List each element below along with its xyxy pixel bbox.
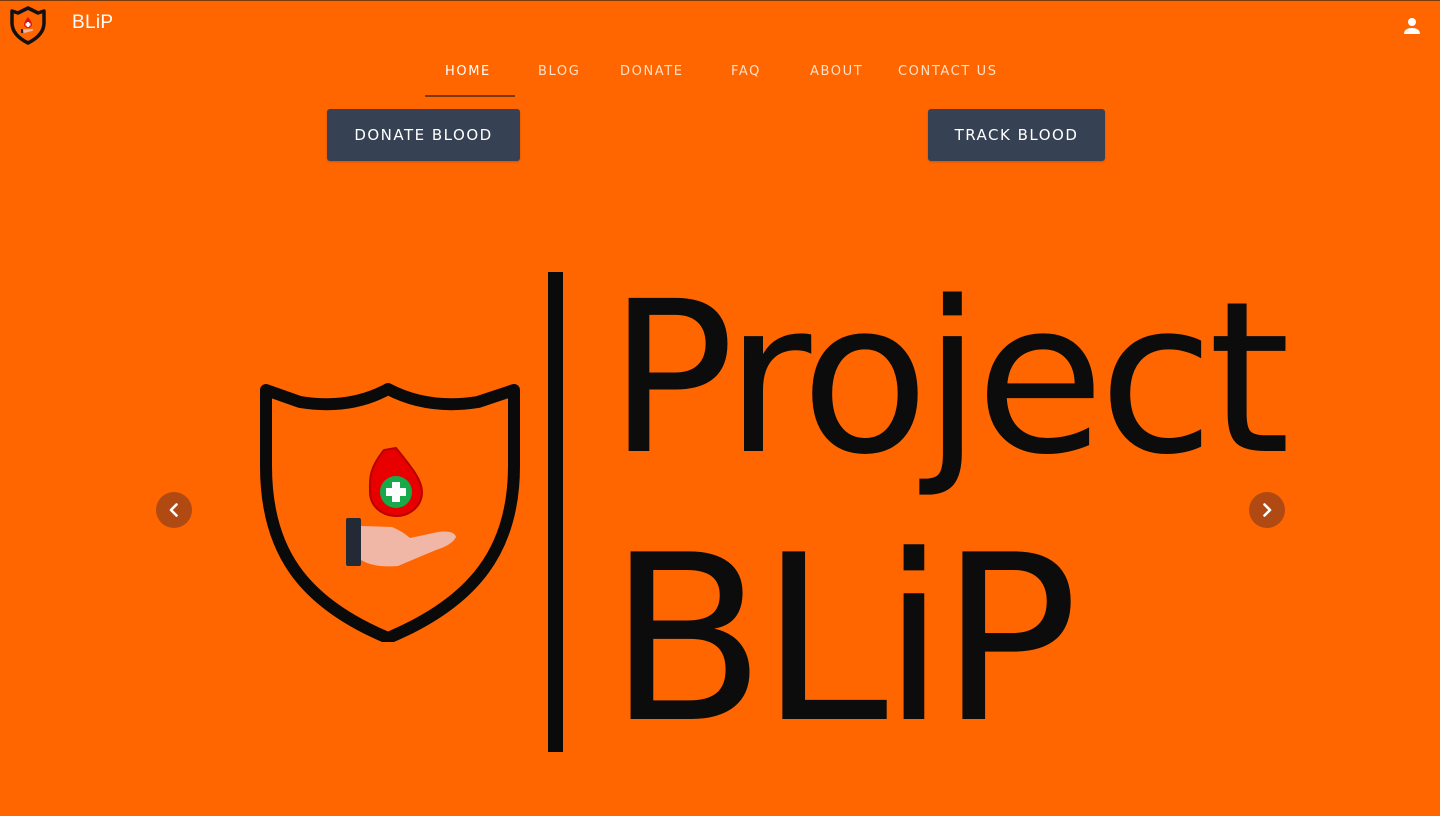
carousel-slide: Project BLiP: [250, 262, 1290, 774]
user-icon[interactable]: [1400, 14, 1424, 38]
main-nav: HOME BLOG DONATE FAQ ABOUT CONTACT US: [0, 54, 1440, 98]
hero-title-line2: BLiP: [608, 507, 1079, 774]
chevron-left-icon: [169, 503, 178, 517]
nav-item-about[interactable]: ABOUT: [810, 64, 863, 79]
nav-item-home[interactable]: HOME: [445, 64, 491, 79]
hero-title-line1: Project: [608, 256, 1290, 501]
brand-name[interactable]: BLiP: [72, 12, 113, 34]
chevron-right-icon: [1263, 503, 1272, 517]
shield-hand-blood-icon: [260, 383, 520, 642]
nav-item-donate[interactable]: DONATE: [620, 64, 684, 79]
nav-item-contact-us[interactable]: CONTACT US: [898, 64, 998, 79]
track-blood-button[interactable]: TRACK BLOOD: [928, 109, 1105, 161]
shield-logo-icon[interactable]: [8, 5, 48, 45]
brand[interactable]: [8, 5, 48, 45]
page: BLiP HOME BLOG DONATE FAQ ABOUT CONTACT …: [0, 0, 1440, 816]
nav-active-underline: [425, 95, 515, 97]
nav-item-blog[interactable]: BLOG: [538, 64, 580, 79]
carousel-prev-button[interactable]: [156, 492, 192, 528]
nav-item-faq[interactable]: FAQ: [731, 64, 761, 79]
donate-blood-button[interactable]: DONATE BLOOD: [327, 109, 520, 161]
hero-divider: [548, 272, 563, 752]
top-border: [0, 0, 1440, 1]
